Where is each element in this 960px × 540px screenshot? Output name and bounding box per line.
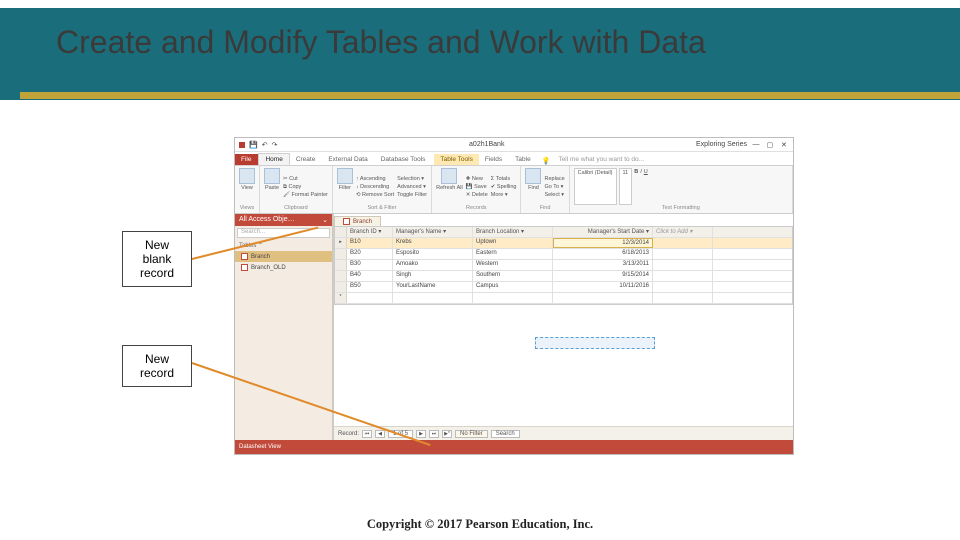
tell-me-input[interactable]: Tell me what you want to do...: [556, 154, 793, 165]
save-record-button[interactable]: 💾 Save: [466, 183, 488, 191]
group-text-label: Text Formatting: [574, 205, 788, 211]
refresh-button[interactable]: Refresh All: [436, 168, 463, 205]
table-row[interactable]: B40 Singh Southern 9/15/2014: [335, 271, 792, 282]
maximize-button[interactable]: ▢: [765, 141, 775, 149]
contextual-header: Table Tools: [434, 154, 478, 165]
toggle-filter-button[interactable]: Toggle Filter: [397, 191, 427, 199]
qa-redo-icon[interactable]: ↷: [272, 141, 278, 149]
chevron-down-icon: ⌄: [322, 216, 328, 224]
tab-table[interactable]: Table: [509, 154, 538, 165]
statusbar: Datasheet View: [235, 440, 793, 454]
nav-pane-header[interactable]: All Access Obje… ⌄: [235, 214, 332, 226]
callout-new-record: New record: [122, 345, 192, 387]
copy-button[interactable]: ⧉ Copy: [283, 183, 328, 191]
table-header-row: Branch ID ▾ Manager's Name ▾ Branch Loca…: [335, 227, 792, 238]
close-button[interactable]: ✕: [779, 141, 789, 149]
view-button[interactable]: View: [239, 168, 255, 205]
tab-database-tools[interactable]: Database Tools: [375, 154, 433, 165]
document-tab-branch[interactable]: Branch: [334, 216, 381, 226]
table-icon: [241, 264, 248, 271]
find-button[interactable]: Find: [525, 168, 541, 205]
descending-button[interactable]: ↓ Descending: [356, 183, 394, 191]
spelling-button[interactable]: ✔ Spelling: [491, 183, 517, 191]
nav-item-branch[interactable]: Branch: [235, 251, 332, 262]
last-record-button[interactable]: ⏭: [429, 430, 439, 438]
minimize-button[interactable]: —: [751, 141, 761, 148]
new-record-nav-button[interactable]: ▶*: [442, 430, 452, 438]
group-find-label: Find: [525, 205, 564, 211]
tab-create[interactable]: Create: [290, 154, 323, 165]
nav-item-branch-old[interactable]: Branch_OLD: [235, 262, 332, 273]
group-clipboard-label: Clipboard: [264, 205, 328, 211]
status-label: Datasheet View: [239, 444, 281, 450]
cut-button[interactable]: ✂ Cut: [283, 175, 328, 183]
tab-fields[interactable]: Fields: [479, 154, 509, 165]
datasheet-grid[interactable]: Branch ID ▾ Manager's Name ▾ Branch Loca…: [334, 226, 793, 305]
group-records-label: Records: [436, 205, 516, 211]
goto-button[interactable]: Go To ▾: [544, 183, 564, 191]
table-row[interactable]: B20 Esposito Eastern 6/18/2013: [335, 249, 792, 260]
table-icon: [343, 218, 350, 225]
callout-new-blank-record: New blank record: [122, 231, 192, 287]
font-size-selector[interactable]: 11: [619, 168, 633, 205]
recordnav-label: Record:: [338, 431, 359, 437]
next-record-button[interactable]: ▶: [416, 430, 426, 438]
format-painter-button[interactable]: 🖌 Format Painter: [283, 191, 328, 199]
titlebar: 💾 ↶ ↷ a02h1Bank Exploring Series — ▢ ✕: [235, 138, 793, 152]
replace-button[interactable]: Replace: [544, 175, 564, 183]
collapse-icon: ⌃: [258, 243, 263, 249]
new-record-row[interactable]: *: [335, 293, 792, 304]
table-row[interactable]: B50 YourLastName Campus 10/11/2016: [335, 282, 792, 293]
row-selector[interactable]: ▸: [335, 238, 347, 248]
ascending-button[interactable]: ↑ Ascending: [356, 175, 394, 183]
ribbon-tabs: File Home Create External Data Database …: [235, 152, 793, 166]
more-button[interactable]: More ▾: [491, 191, 517, 199]
new-record-button[interactable]: ✚ New: [466, 175, 488, 183]
delete-button[interactable]: ✕ Delete: [466, 191, 488, 199]
group-sort-label: Sort & Filter: [337, 205, 427, 211]
new-record-marker: *: [335, 293, 347, 303]
table-row[interactable]: B30 Amoako Western 3/13/2011: [335, 260, 792, 271]
search-box[interactable]: Search: [491, 430, 520, 438]
totals-button[interactable]: Σ Totals: [491, 175, 517, 183]
lightbulb-icon: 💡: [542, 157, 551, 165]
select-button[interactable]: Select ▾: [544, 191, 564, 199]
prev-record-button[interactable]: ◀: [375, 430, 385, 438]
col-branch-location[interactable]: Branch Location ▾: [473, 227, 553, 237]
table-row[interactable]: ▸ B10 Krebs Uptown 12/3/2014: [335, 238, 792, 249]
filter-button[interactable]: Filter: [337, 168, 353, 205]
col-manager-name[interactable]: Manager's Name ▾: [393, 227, 473, 237]
table-icon: [241, 253, 248, 260]
datasheet-area: Branch Branch ID ▾ Manager's Name ▾ Bran…: [333, 214, 793, 440]
col-branch-id[interactable]: Branch ID ▾: [347, 227, 393, 237]
app-icon: [239, 142, 245, 148]
qa-save-icon[interactable]: 💾: [249, 141, 258, 149]
ribbon: View Views Paste ✂ Cut ⧉ Copy 🖌 Format P…: [235, 166, 793, 214]
account-label: Exploring Series: [696, 141, 747, 148]
remove-sort-button[interactable]: ⟲ Remove Sort: [356, 191, 394, 199]
selection-button[interactable]: Selection ▾: [397, 175, 427, 183]
font-selector[interactable]: Calibri (Detail): [574, 168, 617, 205]
cell-highlight: [535, 337, 655, 349]
qa-undo-icon[interactable]: ↶: [262, 141, 268, 149]
advanced-button[interactable]: Advanced ▾: [397, 183, 427, 191]
italic-button[interactable]: I: [640, 168, 642, 205]
record-navigator: Record: ⏮ ◀ 1 of 5 ▶ ⏭ ▶* No Filter Sear…: [334, 426, 793, 440]
col-start-date[interactable]: Manager's Start Date ▾: [553, 227, 653, 237]
tab-file[interactable]: File: [235, 154, 258, 165]
copyright: Copyright © 2017 Pearson Education, Inc.: [0, 517, 960, 532]
tab-home[interactable]: Home: [258, 153, 289, 165]
first-record-button[interactable]: ⏮: [362, 430, 372, 438]
tab-external-data[interactable]: External Data: [322, 154, 374, 165]
group-views-label: Views: [239, 205, 255, 211]
paste-button[interactable]: Paste: [264, 168, 280, 205]
col-click-to-add[interactable]: Click to Add ▾: [653, 227, 713, 237]
underline-button[interactable]: U: [644, 168, 648, 205]
slide-title: Create and Modify Tables and Work with D…: [56, 22, 706, 62]
bold-button[interactable]: B: [634, 168, 638, 205]
filter-indicator[interactable]: No Filter: [455, 430, 488, 438]
window-title: a02h1Bank: [469, 141, 504, 148]
